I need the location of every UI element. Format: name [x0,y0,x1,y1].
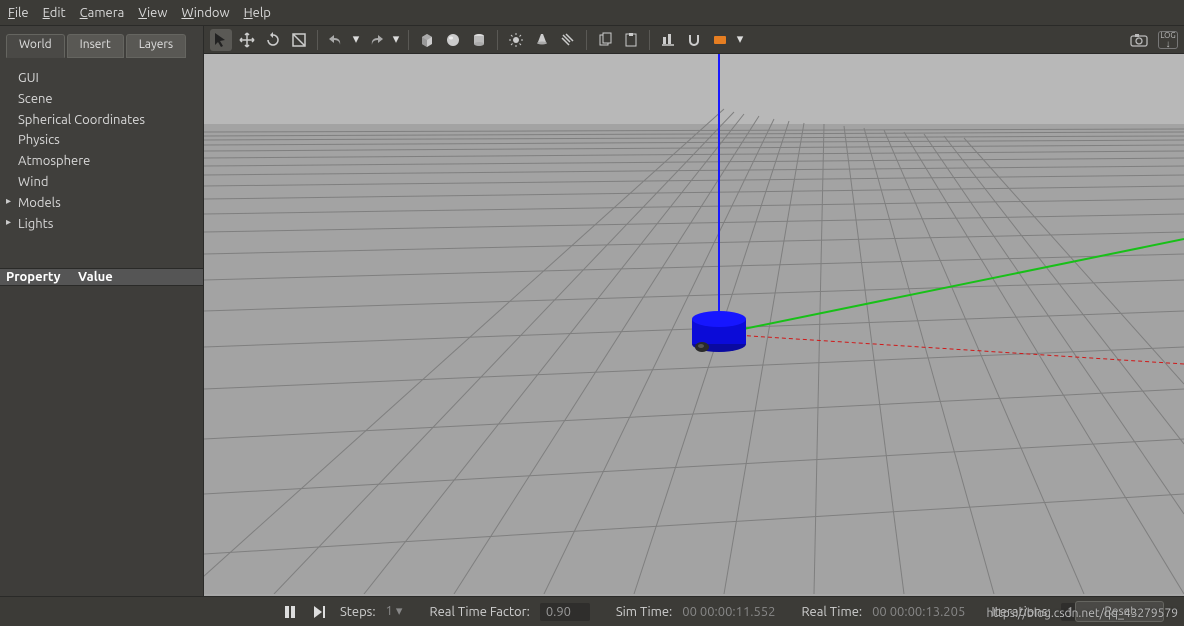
menu-help[interactable]: Help [244,6,271,20]
toolbar-sep [317,30,318,50]
directional-light-icon[interactable] [557,29,579,51]
toolbar-sep [497,30,498,50]
tree-item-atmosphere[interactable]: Atmosphere [18,151,195,172]
redo-menu-icon[interactable]: ▾ [391,29,401,51]
rtf-label: Real Time Factor: [430,605,530,619]
property-header: Property Value [0,268,203,286]
point-light-icon[interactable] [505,29,527,51]
tree-item-lights[interactable]: Lights [18,214,195,235]
copy-icon[interactable] [594,29,616,51]
property-body [0,286,203,596]
rotate-tool-icon[interactable] [262,29,284,51]
viewport-3d[interactable] [204,54,1184,596]
world-tree[interactable]: GUI Scene Spherical Coordinates Physics … [0,64,203,264]
steps-value[interactable]: 1 ▾ [386,604,404,619]
tab-layers[interactable]: Layers [126,34,186,58]
box-shape-icon[interactable] [416,29,438,51]
log-icon[interactable]: LOG↓ [1158,31,1178,49]
simtime-value: 00 00:00:11.552 [682,605,775,619]
menubar: File Edit Camera View Window Help [0,0,1184,26]
steps-label: Steps: [340,605,376,619]
align-icon[interactable] [657,29,679,51]
tree-item-models[interactable]: Models [18,193,195,214]
menu-file[interactable]: File [8,6,29,20]
record-icon[interactable] [709,29,731,51]
tree-item-physics[interactable]: Physics [18,130,195,151]
menu-view[interactable]: View [138,6,167,20]
step-button[interactable] [310,602,330,622]
iterations-label: Iterations: [991,605,1050,619]
undo-icon[interactable] [325,29,347,51]
property-header-property: Property [0,270,78,284]
scale-tool-icon[interactable] [288,29,310,51]
realtime-label: Real Time: [801,605,862,619]
robot-model[interactable] [692,311,746,352]
menu-edit[interactable]: Edit [43,6,66,20]
sphere-shape-icon[interactable] [442,29,464,51]
property-header-value: Value [78,270,113,284]
paste-icon[interactable] [620,29,642,51]
tree-item-wind[interactable]: Wind [18,172,195,193]
status-bar: Steps: 1 ▾ Real Time Factor: 0.90 Sim Ti… [0,596,1184,626]
realtime-value: 00 00:00:13.205 [872,605,965,619]
tree-item-spherical[interactable]: Spherical Coordinates [18,110,195,131]
tab-world[interactable]: World [6,34,65,58]
select-tool-icon[interactable] [210,29,232,51]
snap-icon[interactable] [683,29,705,51]
record-menu-icon[interactable]: ▾ [735,29,745,51]
tab-insert[interactable]: Insert [67,34,124,58]
menu-camera[interactable]: Camera [80,6,125,20]
toolbar-sep [408,30,409,50]
toolbar-sep [586,30,587,50]
undo-menu-icon[interactable]: ▾ [351,29,361,51]
menu-window[interactable]: Window [181,6,229,20]
panel-tabs: World Insert Layers [6,34,197,58]
rtf-value: 0.90 [540,603,590,621]
pause-button[interactable] [280,602,300,622]
translate-tool-icon[interactable] [236,29,258,51]
reset-button[interactable]: Reset [1075,601,1164,622]
toolbar: ▾ ▾ [204,26,1184,54]
toolbar-sep [649,30,650,50]
redo-icon[interactable] [365,29,387,51]
left-panel: World Insert Layers GUI Scene Spherical … [0,26,204,596]
tree-item-scene[interactable]: Scene [18,89,195,110]
tree-item-gui[interactable]: GUI [18,68,195,89]
cylinder-shape-icon[interactable] [468,29,490,51]
scene-svg [204,54,1184,594]
spot-light-icon[interactable] [531,29,553,51]
screenshot-icon[interactable] [1128,29,1150,51]
simtime-label: Sim Time: [616,605,672,619]
